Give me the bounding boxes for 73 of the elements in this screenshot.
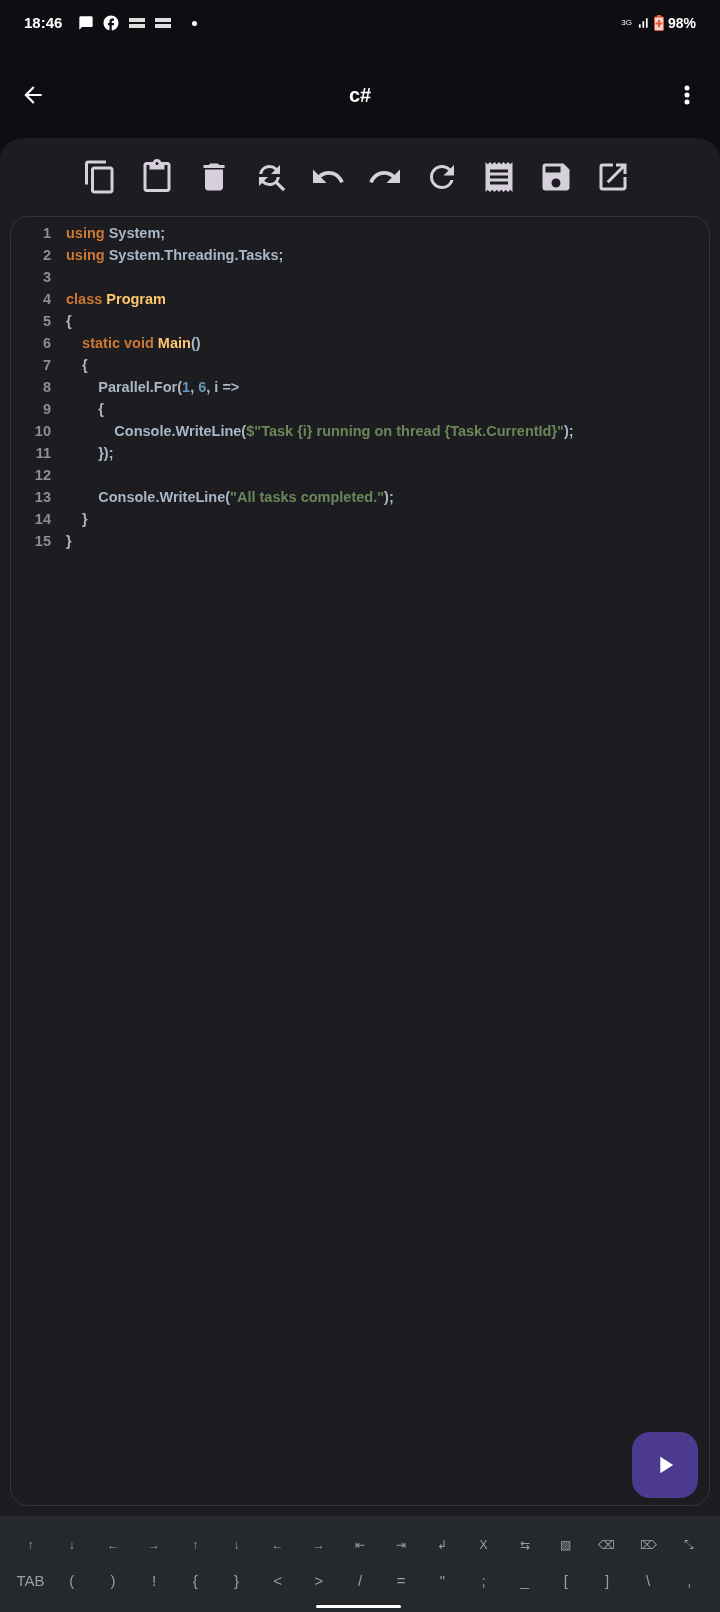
line-number: 6 (41, 334, 51, 354)
key[interactable]: _ (504, 1569, 546, 1593)
key[interactable]: ↓ (215, 1535, 258, 1554)
key[interactable]: ▧ (545, 1535, 587, 1554)
key[interactable]: ] (586, 1569, 628, 1593)
line-number: 12 (33, 466, 51, 486)
key[interactable]: \ (627, 1569, 669, 1593)
key[interactable]: ) (92, 1569, 134, 1593)
key[interactable]: , (668, 1569, 710, 1593)
chat-icon (78, 15, 95, 31)
code-line: { (81, 356, 88, 376)
run-button[interactable] (632, 1432, 698, 1498)
app-icon (128, 16, 147, 30)
code-line: Parallel.For(1, 6, i => (97, 378, 240, 398)
code-line: using System.Threading.Tasks; (66, 246, 284, 266)
key[interactable]: > (298, 1569, 340, 1593)
app-icon (154, 16, 173, 30)
window-title: c# (347, 83, 373, 108)
code-line: class Program (66, 290, 166, 310)
line-number: 2 (41, 246, 51, 266)
line-number: 14 (33, 510, 51, 530)
key[interactable]: } (215, 1569, 258, 1593)
key[interactable]: [ (545, 1569, 587, 1593)
status-time: 18:46 (24, 12, 63, 33)
key[interactable]: ! (133, 1569, 175, 1593)
code-line: }); (97, 444, 114, 464)
network-type: 3G (621, 19, 632, 27)
key[interactable]: / (339, 1569, 381, 1593)
code-line: } (81, 510, 88, 530)
key[interactable]: ; (462, 1569, 505, 1593)
key[interactable]: < (257, 1569, 299, 1593)
line-number: 1 (41, 224, 51, 244)
key[interactable]: ↲ (421, 1535, 463, 1554)
more-icon (684, 85, 690, 105)
code-line: } (66, 532, 72, 552)
line-number: 11 (34, 444, 51, 464)
key[interactable]: ⇤ (339, 1535, 381, 1554)
line-number: 3 (41, 268, 51, 288)
key[interactable]: ⌦ (627, 1535, 669, 1554)
line-number: 8 (41, 378, 51, 398)
key[interactable]: ↑ (10, 1535, 52, 1554)
key[interactable]: X (462, 1535, 505, 1554)
code-line: Console.WriteLine($"Task {i} running on thread {Task.CurrentId}"); (113, 422, 574, 442)
code-line: { (97, 400, 104, 420)
battery-level: 98% (667, 13, 696, 33)
line-number: 4 (41, 290, 51, 310)
line-number: 5 (41, 312, 51, 332)
line-number: 7 (41, 356, 51, 376)
key[interactable]: ← (92, 1535, 134, 1554)
key[interactable]: ⌫ (586, 1535, 628, 1554)
key[interactable]: ⤡ (668, 1535, 710, 1554)
key[interactable]: ( (51, 1569, 93, 1593)
key[interactable]: → (133, 1535, 175, 1554)
code-line: Console.WriteLine("All tasks completed."); (97, 488, 394, 508)
key[interactable]: = (380, 1569, 422, 1593)
key[interactable]: ⇆ (504, 1535, 546, 1554)
key[interactable]: { (174, 1569, 216, 1593)
key[interactable]: " (421, 1569, 463, 1593)
key[interactable]: ↑ (174, 1535, 216, 1554)
line-number: 13 (33, 488, 51, 508)
facebook-icon (102, 14, 121, 32)
code-line: static void Main() (81, 334, 201, 354)
battery-icon (653, 15, 664, 31)
line-number: 9 (41, 400, 51, 420)
key[interactable]: ↓ (51, 1535, 93, 1554)
key[interactable]: ← (257, 1535, 299, 1554)
key[interactable]: ⇥ (380, 1535, 422, 1554)
key[interactable]: → (298, 1535, 340, 1554)
line-number: 10 (33, 422, 51, 442)
key[interactable]: TAB (10, 1569, 52, 1593)
code-line: { (66, 312, 72, 332)
code-line: using System; (66, 224, 166, 244)
line-number: 15 (33, 532, 51, 552)
